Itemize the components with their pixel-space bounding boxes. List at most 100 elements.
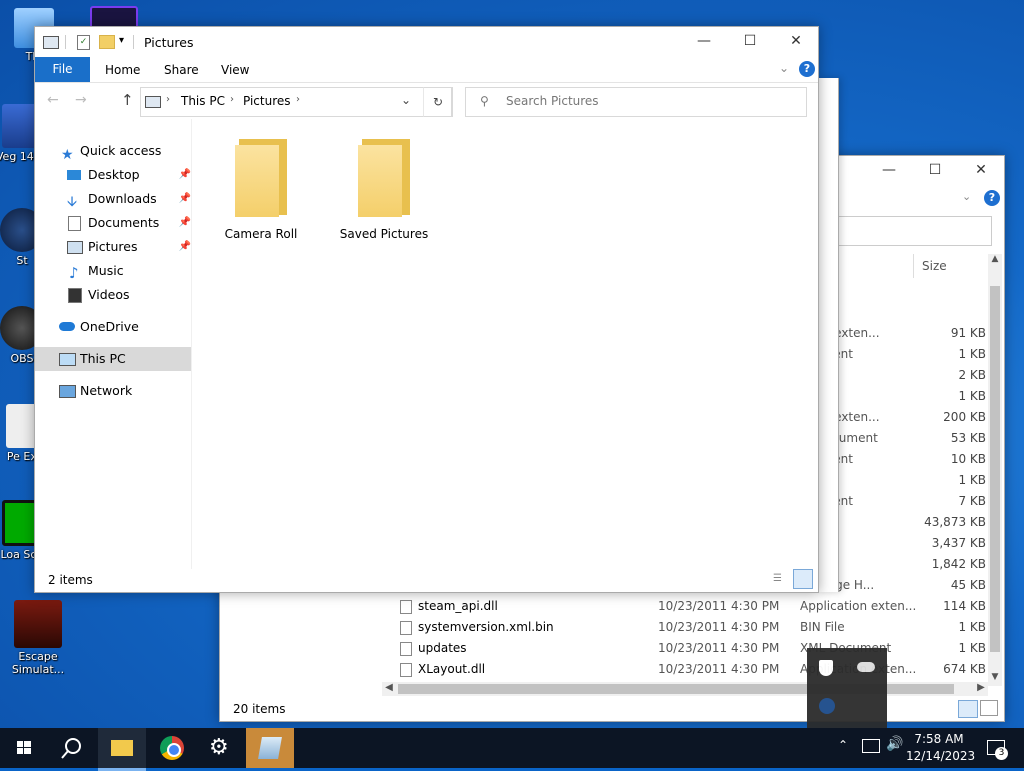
folder-label: Saved Pictures (339, 227, 429, 241)
back-hscroll-left-arrow[interactable]: ◀ (382, 682, 396, 696)
back-status-count: 20 items (233, 702, 286, 716)
details-view-icon[interactable]: ☰ (773, 572, 789, 586)
address-dropdown-icon[interactable]: ⌄ (401, 93, 411, 107)
sidebar-item-music[interactable]: ♪ Music (35, 259, 191, 283)
back-file-row[interactable]: XLayout.dll10/23/2011 4:30 PMApplication… (400, 659, 1000, 680)
pin-icon[interactable]: 📌 (179, 163, 191, 187)
back-file-name: XLayout.dll (418, 662, 486, 676)
back-search-box[interactable] (820, 216, 992, 246)
document-icon (68, 216, 81, 231)
pin-icon[interactable]: 📌 (179, 211, 191, 235)
forward-arrow-icon[interactable]: → (75, 92, 87, 108)
back-file-row[interactable]: steam_api.dll 10/23/2011 4:30 PM Applicati… (400, 596, 1000, 617)
pane-divider[interactable] (191, 119, 192, 569)
back-hscroll-right-arrow[interactable]: ▶ (974, 682, 988, 696)
search-box[interactable]: ⚲ Search Pictures (465, 87, 807, 117)
folder-item-saved-pictures[interactable]: Saved Pictures (336, 139, 432, 249)
breadcrumb-chevron-icon[interactable]: › (230, 94, 234, 105)
back-minimize-button[interactable]: — (866, 156, 912, 186)
pin-icon[interactable]: 📌 (179, 187, 191, 211)
desktop-icon-escape-simulator[interactable]: Escape Simulat... (8, 600, 68, 676)
sidebar-item-this-pc[interactable]: This PC (35, 347, 191, 371)
tab-home[interactable]: Home (105, 63, 140, 77)
volume-icon[interactable]: 🔊 (886, 736, 903, 752)
back-scroll-down-arrow[interactable]: ▼ (988, 672, 1002, 686)
back-column-header-size[interactable]: Size (922, 259, 947, 273)
breadcrumb-this-pc[interactable]: This PC (181, 94, 225, 108)
address-chevron-icon[interactable]: › (166, 94, 170, 105)
action-center-button[interactable]: 3 (978, 728, 1024, 768)
ribbon-expand-icon[interactable]: ⌄ (779, 61, 789, 75)
large-icons-view-icon[interactable] (793, 569, 813, 589)
back-scroll-thumb[interactable] (990, 286, 1000, 652)
back-large-icons-view-icon[interactable] (980, 700, 998, 716)
taskbar-settings[interactable]: ⚙ (196, 728, 244, 768)
back-file-row[interactable]: systemversion.xml.bin 10/23/2011 4:30 PM B… (400, 617, 1000, 638)
tab-share[interactable]: Share (164, 63, 199, 77)
tab-view[interactable]: View (221, 63, 249, 77)
sidebar-item-network[interactable]: Network (35, 379, 191, 403)
onedrive-tray-icon[interactable] (857, 662, 875, 672)
steam-tray-icon[interactable] (819, 698, 835, 714)
file-icon (400, 642, 412, 656)
properties-icon[interactable]: ✓ (77, 35, 90, 50)
up-arrow-icon[interactable]: ↑ (121, 91, 134, 109)
security-shield-icon[interactable] (819, 660, 833, 676)
back-file-size: 7 KB (958, 494, 986, 508)
breadcrumb-pictures[interactable]: Pictures (243, 94, 291, 108)
refresh-button[interactable]: ↻ (423, 87, 453, 117)
sidebar-item-onedrive[interactable]: OneDrive (35, 315, 191, 339)
folder-icon (111, 740, 133, 756)
back-horizontal-scrollbar[interactable]: ◀ ▶ (382, 682, 988, 696)
back-arrow-icon[interactable]: ← (47, 92, 59, 108)
taskbar-chrome[interactable] (148, 728, 196, 768)
back-close-button[interactable]: ✕ (958, 156, 1004, 186)
sidebar-item-downloads[interactable]: 🡫 Downloads 📌 (35, 187, 191, 211)
folder-item-camera-roll[interactable]: Camera Roll (219, 139, 303, 249)
back-file-date: 10/23/2011 4:30 PM (658, 620, 780, 634)
qat-divider (65, 35, 66, 49)
sidebar-item-pictures[interactable]: Pictures 📌 (35, 235, 191, 259)
music-note-icon: ♪ (69, 264, 79, 282)
windows-logo-icon (17, 741, 31, 754)
tab-file[interactable]: File (35, 57, 90, 82)
search-icon: ⚲ (480, 94, 489, 108)
minimize-button[interactable]: — (681, 27, 727, 57)
clock[interactable]: 7:58 AM 12/14/2023 (906, 731, 975, 765)
start-button[interactable] (0, 728, 48, 768)
maximize-button[interactable]: ☐ (727, 27, 773, 57)
folder-icon (358, 139, 410, 217)
sidebar-item-desktop[interactable]: Desktop 📌 (35, 163, 191, 187)
taskbar-file-explorer[interactable] (98, 728, 146, 771)
pin-icon[interactable]: 📌 (179, 235, 191, 259)
back-file-type: Application exten... (800, 599, 917, 613)
qat-dropdown-icon[interactable]: ▾ (119, 35, 124, 46)
address-pc-icon (145, 96, 161, 108)
ribbon: File Home Share View ⌄ ? (35, 57, 818, 83)
back-file-size: 114 KB (943, 599, 986, 613)
search-button[interactable] (48, 728, 96, 768)
new-folder-icon[interactable] (99, 35, 115, 49)
file-icon (400, 621, 412, 635)
sidebar-item-documents[interactable]: Documents 📌 (35, 211, 191, 235)
show-hidden-icons-icon[interactable]: ⌃ (838, 738, 848, 752)
back-ribbon-expand-icon[interactable]: ⌄ (962, 190, 971, 203)
close-button[interactable]: ✕ (773, 27, 818, 57)
network-icon[interactable] (862, 739, 880, 753)
address-bar[interactable]: › This PC › Pictures › ⌄ (140, 87, 452, 117)
taskbar-notepad[interactable] (246, 728, 294, 768)
back-details-view-icon[interactable] (958, 700, 978, 718)
sidebar-item-videos[interactable]: Videos (35, 283, 191, 307)
sidebar-item-quick-access[interactable]: ★ Quick access (35, 139, 191, 163)
back-vertical-scrollbar[interactable]: ▲ ▼ (988, 254, 1002, 686)
back-maximize-button[interactable]: ☐ (912, 156, 958, 186)
help-icon[interactable]: ? (799, 61, 815, 77)
search-input[interactable]: Search Pictures (506, 94, 599, 108)
back-help-icon[interactable]: ? (984, 190, 1000, 206)
back-scroll-up-arrow[interactable]: ▲ (988, 254, 1002, 268)
back-file-size: 1,842 KB (931, 557, 986, 571)
back-file-size: 43,873 KB (924, 515, 986, 529)
breadcrumb-end-chevron-icon[interactable]: › (296, 94, 300, 105)
window-icon (43, 36, 59, 49)
back-file-row[interactable]: updates10/23/2011 4:30 PMXML Document1 K… (400, 638, 1000, 659)
